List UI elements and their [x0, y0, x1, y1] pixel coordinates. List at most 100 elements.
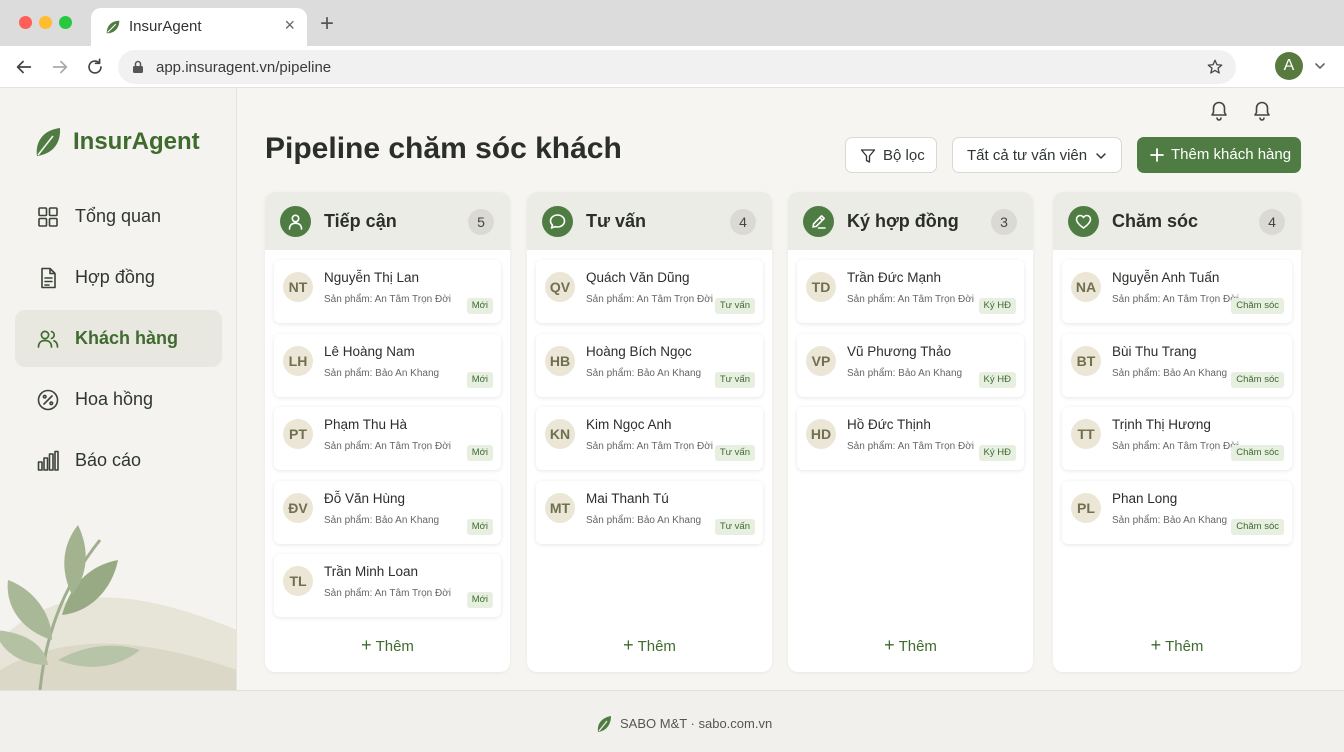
customer-name: Vũ Phương Thảo — [847, 343, 951, 359]
column-header: Ký hợp đồng 3 — [788, 192, 1033, 250]
plus-icon: + — [1150, 635, 1162, 655]
pen-icon — [812, 215, 826, 229]
customer-card[interactable]: TL Trần Minh Loan Sản phẩm: An Tâm Trọn Đờ… — [274, 554, 501, 617]
product-text: Sản phẩm: Bảo An Khang — [324, 367, 440, 379]
product-text: Sản phẩm: An Tâm Trọn Đời — [586, 441, 713, 452]
browser-toolbar: app.insuragent.vn/pipeline A — [0, 46, 1344, 88]
column-title: Tư vấn — [586, 211, 647, 231]
product-text: Sản phẩm: An Tâm Trọn Đời — [324, 441, 451, 452]
customer-card[interactable]: TD Trần Đức Mạnh Sản phẩm: An Tâm Trọn Đời… — [797, 260, 1024, 323]
leaf-icon — [597, 716, 611, 732]
status-badge: Ký HĐ — [978, 445, 1016, 461]
bell-icon[interactable] — [1251, 98, 1273, 122]
sidebar-item-hoa-hong[interactable]: Hoa hồng — [15, 371, 222, 428]
customer-card[interactable]: TT Trịnh Thị Hương Sản phẩm: An Tâm Trọn Đ… — [1062, 407, 1292, 470]
advisor-select-value: Tất cả tư vấn viên — [967, 147, 1088, 164]
product-text: Sản phẩm: Bảo An Khang — [1112, 367, 1228, 379]
page-footer: SABO M&T · sabo.com.vn — [0, 690, 1344, 752]
add-customer-button[interactable]: Thêm khách hàng — [1137, 137, 1301, 173]
customer-card[interactable]: LH Lê Hoàng Nam Sản phẩm: Bảo An Khang Mới — [274, 333, 501, 397]
window-zoom-button[interactable] — [59, 16, 72, 29]
browser-tab-bar: InsurAgent × + — [0, 0, 1344, 46]
reload-icon[interactable] — [84, 56, 106, 78]
address-bar[interactable]: app.insuragent.vn/pipeline — [118, 50, 1236, 84]
column-add-button[interactable]: + Thêm — [788, 635, 1033, 656]
product-text: Sản phẩm: An Tâm Trọn Đời — [586, 294, 713, 305]
leaf-decoration — [0, 525, 236, 690]
customer-card[interactable]: QV Quách Văn Dũng Sản phẩm: An Tâm Trọn Đờ… — [536, 260, 763, 323]
customer-card[interactable]: HB Hoàng Bích Ngọc Sản phẩm: Bảo An Khang T… — [536, 333, 763, 397]
product-text: Sản phẩm: Bảo An Khang — [847, 367, 963, 379]
status-badge: Chăm sóc — [1231, 445, 1284, 461]
column-icon-badge — [1068, 206, 1099, 237]
product-text: Sản phẩm: An Tâm Trọn Đời — [1112, 441, 1239, 452]
customer-name: Lê Hoàng Nam — [324, 343, 415, 359]
card-list: NA Nguyễn Anh Tuấn Sản phẩm: An Tâm Trọn Đ… — [1062, 260, 1292, 554]
customer-card[interactable]: NT Nguyễn Thị Lan Sản phẩm: An Tâm Trọn Đờ… — [274, 260, 501, 323]
customer-name: Phạm Thu Hà — [324, 417, 408, 432]
close-tab-icon[interactable]: × — [284, 15, 295, 36]
product-text: Sản phẩm: An Tâm Trọn Đời — [324, 588, 451, 599]
filter-icon — [860, 149, 876, 163]
customer-name: Phan Long — [1112, 490, 1178, 506]
advisor-select[interactable]: Tất cả tư vấn viên — [952, 137, 1122, 173]
chevron-down-icon[interactable] — [1313, 59, 1327, 73]
status-badge: Chăm sóc — [1231, 518, 1284, 535]
browser-tab[interactable]: InsurAgent × — [91, 8, 307, 46]
sidebar-item-tong-quan[interactable]: Tổng quan — [15, 188, 222, 245]
window-close-button[interactable] — [19, 16, 32, 29]
bell-icon[interactable] — [1208, 98, 1230, 122]
kanban-column-tu-van: Tư vấn 4 QV Quách Văn Dũng Sản phẩm: An Tâ… — [527, 192, 772, 672]
avatar: TT — [1071, 419, 1101, 449]
avatar: TD — [806, 272, 836, 302]
status-badge: Mới — [466, 298, 493, 314]
customer-card[interactable]: BT Bùi Thu Trang Sản phẩm: Bảo An Khang Chă… — [1062, 333, 1292, 397]
column-title: Ký hợp đồng — [847, 211, 959, 231]
column-count-badge: 5 — [468, 209, 494, 235]
users-icon — [37, 330, 59, 348]
status-badge: Tư vấn — [714, 445, 755, 461]
customer-card[interactable]: NA Nguyễn Anh Tuấn Sản phẩm: An Tâm Trọn Đ… — [1062, 260, 1292, 323]
customer-name: Nguyễn Anh Tuấn — [1112, 270, 1220, 285]
customer-card[interactable]: ĐV Đỗ Văn Hùng Sản phẩm: Bảo An Khang Mới — [274, 480, 501, 544]
plus-icon: + — [623, 635, 634, 655]
profile-avatar[interactable]: A — [1275, 52, 1303, 80]
filter-button[interactable]: Bộ lọc — [845, 137, 937, 173]
sidebar: InsurAgent Tổng quan Hợp đồng Khách hàng… — [0, 88, 237, 690]
avatar: KN — [545, 419, 575, 449]
column-add-button[interactable]: + Thêm — [1053, 635, 1301, 656]
customer-card[interactable]: HD Hồ Đức Thịnh Sản phẩm: An Tâm Trọn Đời K… — [797, 407, 1024, 470]
column-add-button[interactable]: + Thêm — [265, 635, 510, 656]
sidebar-item-bao-cao[interactable]: Báo cáo — [15, 432, 222, 489]
avatar: PT — [283, 419, 313, 449]
status-badge: Tư vấn — [714, 371, 755, 388]
status-badge: Mới — [466, 518, 493, 535]
status-badge: Ký HĐ — [978, 298, 1016, 314]
leaf-logo-icon — [36, 128, 61, 156]
customer-card[interactable]: VP Vũ Phương Thảo Sản phẩm: Bảo An Khang Ký… — [797, 333, 1024, 397]
customer-card[interactable]: PL Phan Long Sản phẩm: Bảo An Khang Chăm só… — [1062, 480, 1292, 544]
customer-name: Trịnh Thị Hương — [1112, 417, 1211, 432]
url-text: app.insuragent.vn/pipeline — [156, 59, 332, 76]
customer-name: Hồ Đức Thịnh — [847, 417, 931, 432]
column-icon-badge — [542, 206, 573, 237]
sidebar-item-hop-dong[interactable]: Hợp đồng — [15, 249, 222, 306]
back-arrow-icon[interactable] — [13, 56, 35, 78]
avatar: HD — [806, 419, 836, 449]
forward-arrow-icon[interactable] — [49, 56, 71, 78]
new-tab-icon[interactable]: + — [320, 12, 334, 36]
column-add-button[interactable]: + Thêm — [527, 635, 772, 656]
plus-icon: + — [361, 635, 372, 655]
column-header: Tư vấn 4 — [527, 192, 772, 250]
column-add-label: Thêm — [375, 638, 414, 655]
document-icon — [41, 267, 56, 289]
customer-card[interactable]: PT Phạm Thu Hà Sản phẩm: An Tâm Trọn Đời Mớ… — [274, 407, 501, 470]
customer-name: Trần Minh Loan — [324, 564, 419, 579]
bookmark-star-icon[interactable] — [1206, 58, 1224, 76]
window-minimize-button[interactable] — [39, 16, 52, 29]
sidebar-item-khach-hang[interactable]: Khách hàng — [15, 310, 222, 367]
customer-card[interactable]: MT Mai Thanh Tú Sản phẩm: Bảo An Khang Tư v… — [536, 480, 763, 544]
product-text: Sản phẩm: Bảo An Khang — [1112, 514, 1228, 526]
customer-card[interactable]: KN Kim Ngọc Anh Sản phẩm: An Tâm Trọn Đời T… — [536, 407, 763, 470]
heart-icon — [1075, 214, 1092, 229]
